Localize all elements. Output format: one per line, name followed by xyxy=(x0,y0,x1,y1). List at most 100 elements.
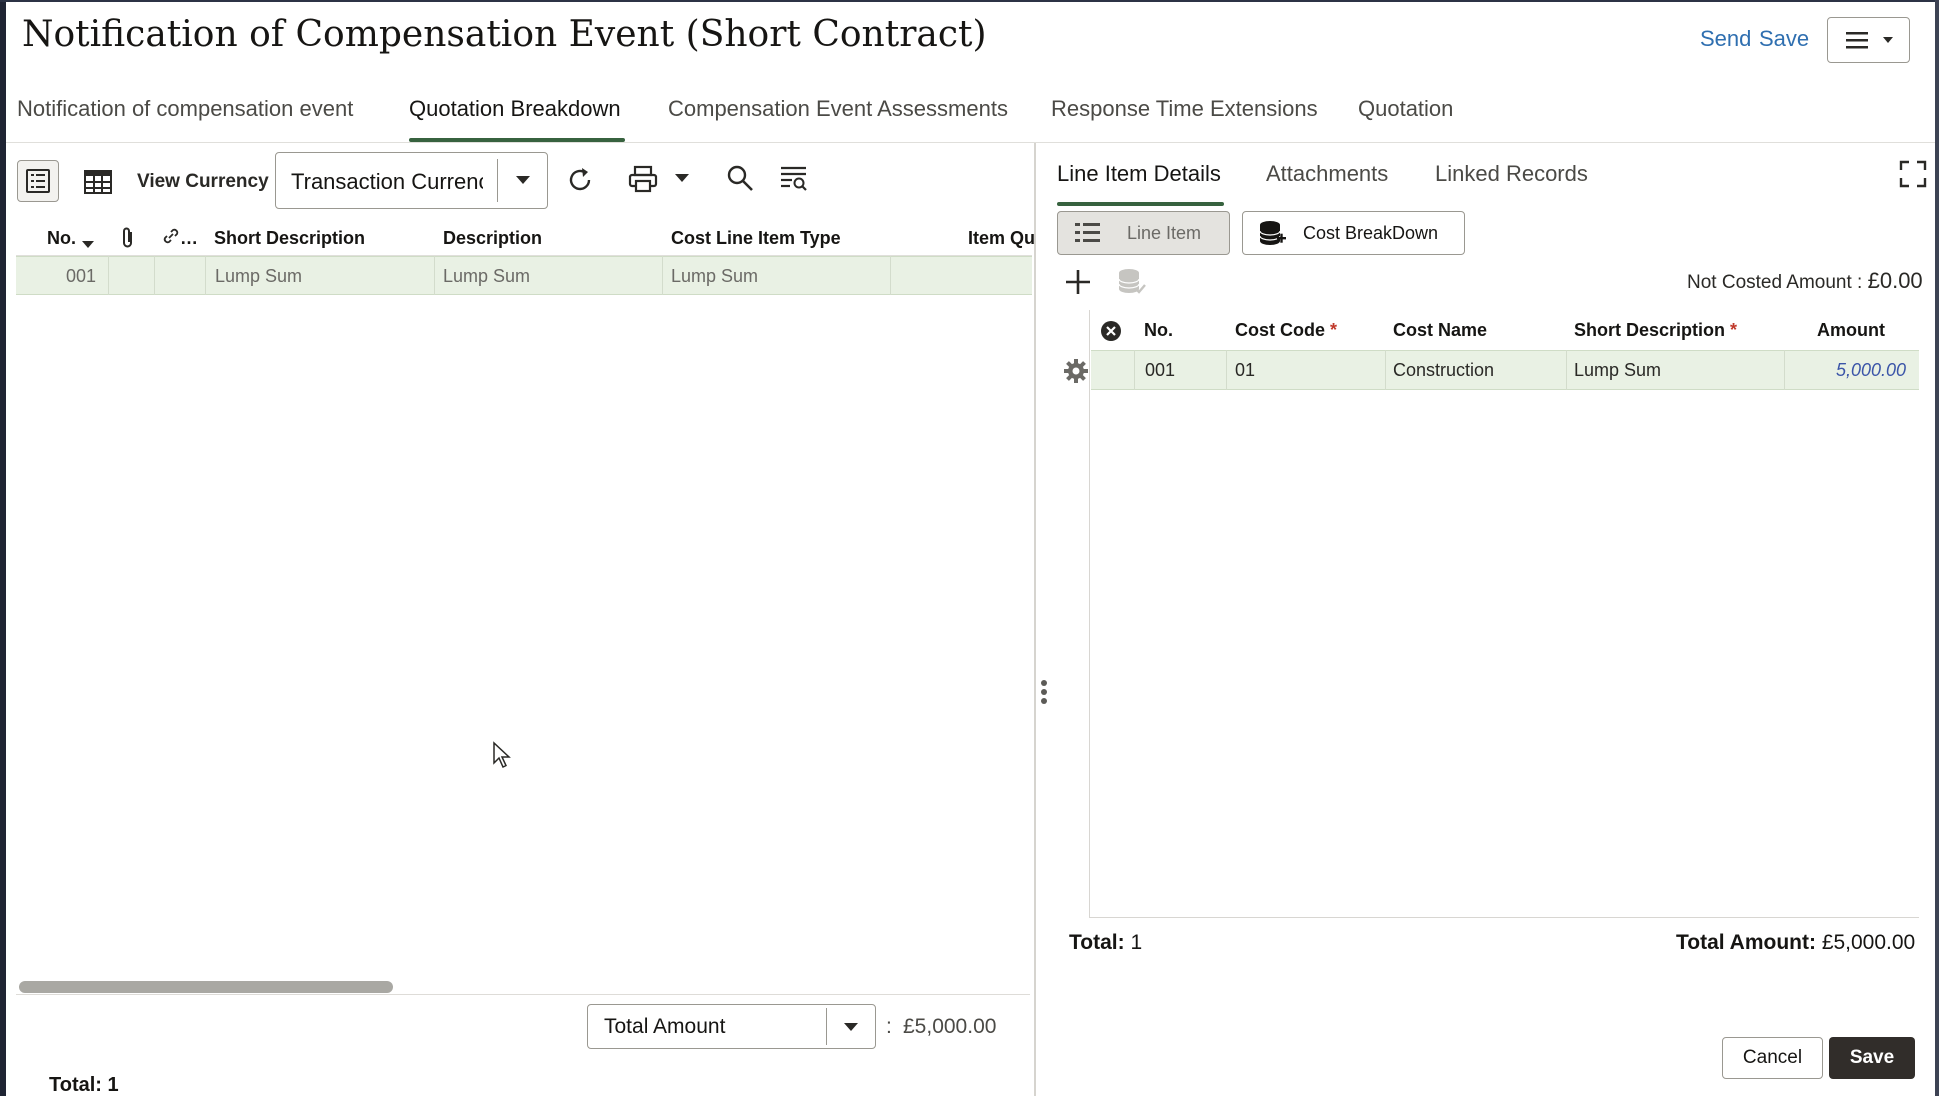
tab-attachments[interactable]: Attachments xyxy=(1266,161,1388,187)
total-amount-value: £5,000.00 xyxy=(1821,931,1916,954)
currency-select-separator xyxy=(497,159,498,202)
fullscreen-icon[interactable] xyxy=(1898,159,1928,189)
aggregate-value: £5,000.00 xyxy=(903,1015,997,1038)
table-row[interactable] xyxy=(1091,350,1919,390)
aggregate-colon: : xyxy=(886,1015,892,1038)
send-link[interactable]: Send xyxy=(1700,26,1751,52)
aggregate-select-separator xyxy=(826,1008,827,1045)
line-item-segment-button[interactable]: Line Item xyxy=(1057,211,1230,255)
database-icon xyxy=(1259,221,1286,245)
column-divider xyxy=(205,256,206,295)
cost-breakdown-segment-label: Cost BreakDown xyxy=(1303,222,1439,243)
column-divider xyxy=(1566,350,1567,390)
column-divider xyxy=(1385,350,1386,390)
save-button[interactable]: Save xyxy=(1829,1037,1915,1079)
list-icon xyxy=(1075,223,1100,242)
print-options-chevron-icon[interactable] xyxy=(671,170,693,186)
save-link[interactable]: Save xyxy=(1759,26,1809,52)
column-header-cost-name[interactable]: Cost Name xyxy=(1393,320,1487,341)
line-item-segment-label: Line Item xyxy=(1127,222,1202,243)
column-divider xyxy=(434,256,435,295)
column-header-linked-truncated[interactable]: … xyxy=(180,228,198,249)
column-header-cost-line-item-type[interactable]: Cost Line Item Type xyxy=(671,228,841,249)
total-amount-label: Total Amount: xyxy=(1676,931,1816,954)
attachment-icon xyxy=(123,227,132,248)
column-header-cost-code[interactable]: Cost Code * xyxy=(1235,320,1337,341)
window-frame-top xyxy=(0,0,1939,2)
total-label: Total: xyxy=(1069,931,1125,954)
column-divider xyxy=(1226,350,1227,390)
hamburger-icon xyxy=(1846,32,1893,49)
aggregate-select-value[interactable]: Total Amount xyxy=(604,1015,725,1039)
clear-selection-icon[interactable] xyxy=(1100,320,1122,342)
mouse-cursor-icon xyxy=(493,741,511,769)
tab-response-time-extensions[interactable]: Response Time Extensions xyxy=(1051,96,1318,122)
tab-line-item-details[interactable]: Line Item Details xyxy=(1057,161,1221,187)
gear-icon[interactable] xyxy=(1063,358,1089,384)
cell-amount[interactable]: 5,000.00 xyxy=(1836,360,1906,381)
panel-splitter-handle[interactable] xyxy=(1039,680,1049,710)
required-marker: * xyxy=(1330,320,1338,340)
right-grid-total-amount: Total Amount: £5,000.00 xyxy=(1676,931,1915,955)
chevron-down-icon[interactable] xyxy=(840,1019,862,1035)
database-check-icon[interactable] xyxy=(1116,266,1148,298)
cell-cost-name: Construction xyxy=(1393,360,1495,380)
column-header-no[interactable]: No. xyxy=(47,228,76,249)
cell-short-description[interactable]: Lump Sum xyxy=(1574,360,1661,381)
tabs-divider xyxy=(6,142,1935,143)
column-divider xyxy=(1784,350,1785,390)
list-view-icon xyxy=(26,169,50,193)
column-header-description[interactable]: Description xyxy=(443,228,542,249)
not-costed-label: Not Costed Amount : xyxy=(1687,272,1863,293)
add-icon[interactable] xyxy=(1063,267,1093,297)
window-frame-right xyxy=(1935,0,1939,1096)
not-costed-value: £0.00 xyxy=(1867,268,1923,293)
column-header-no[interactable]: No. xyxy=(1144,320,1173,341)
tab-quotation[interactable]: Quotation xyxy=(1358,96,1453,122)
right-grid-left-border xyxy=(1089,310,1090,918)
advanced-search-icon[interactable] xyxy=(778,163,810,193)
cost-breakdown-segment-button[interactable]: Cost BreakDown xyxy=(1242,211,1465,255)
column-divider xyxy=(1134,350,1135,390)
chevron-down-icon[interactable] xyxy=(512,172,534,188)
cell-short-description: Lump Sum xyxy=(215,266,303,286)
tab-quotation-breakdown[interactable]: Quotation Breakdown xyxy=(409,96,621,122)
tab-notification[interactable]: Notification of compensation event xyxy=(17,96,353,122)
column-header-amount[interactable]: Amount xyxy=(1817,320,1885,341)
active-subtab-indicator xyxy=(1057,202,1224,206)
cell-no: 001 xyxy=(1145,360,1176,380)
horizontal-scrollbar-thumb[interactable] xyxy=(19,981,393,993)
cost-code-header-label: Cost Code xyxy=(1235,320,1325,340)
cell-cost-line-item-type: Lump Sum xyxy=(671,266,759,286)
column-header-short-description[interactable]: Short Description * xyxy=(1574,320,1737,341)
tab-compensation-event-assessments[interactable]: Compensation Event Assessments xyxy=(668,96,1008,122)
tab-linked-records[interactable]: Linked Records xyxy=(1435,161,1588,187)
currency-select-value[interactable]: Transaction Currency xyxy=(291,169,483,195)
cell-cost-code[interactable]: 01 xyxy=(1235,360,1255,381)
print-icon[interactable] xyxy=(627,164,659,194)
cancel-button[interactable]: Cancel xyxy=(1722,1037,1823,1079)
required-marker: * xyxy=(1730,320,1738,340)
refresh-icon[interactable] xyxy=(565,165,595,195)
short-description-header-label: Short Description xyxy=(1574,320,1726,340)
grid-bottom-divider xyxy=(16,994,1030,995)
total-value: 1 xyxy=(1130,931,1143,954)
view-currency-label: View Currency xyxy=(137,171,269,192)
actions-menu-button[interactable] xyxy=(1827,17,1910,63)
column-divider xyxy=(662,256,663,295)
search-icon[interactable] xyxy=(725,163,755,193)
column-divider xyxy=(890,256,891,295)
cell-description: Lump Sum xyxy=(443,266,531,286)
right-grid-total: Total: 1 xyxy=(1069,931,1142,955)
cell-no: 001 xyxy=(66,266,97,286)
column-header-item-quantity[interactable]: Item Qu xyxy=(968,228,1034,249)
panel-divider xyxy=(1034,143,1036,1096)
not-costed-amount: Not Costed Amount : £0.00 xyxy=(1687,268,1923,294)
list-view-button[interactable] xyxy=(17,160,59,202)
column-divider xyxy=(108,256,109,295)
page-title: Notification of Compensation Event (Shor… xyxy=(22,14,987,55)
sort-descending-icon[interactable] xyxy=(80,238,96,250)
column-header-short-description[interactable]: Short Description xyxy=(214,228,365,249)
table-view-button[interactable] xyxy=(80,164,116,200)
table-view-icon xyxy=(84,170,112,194)
